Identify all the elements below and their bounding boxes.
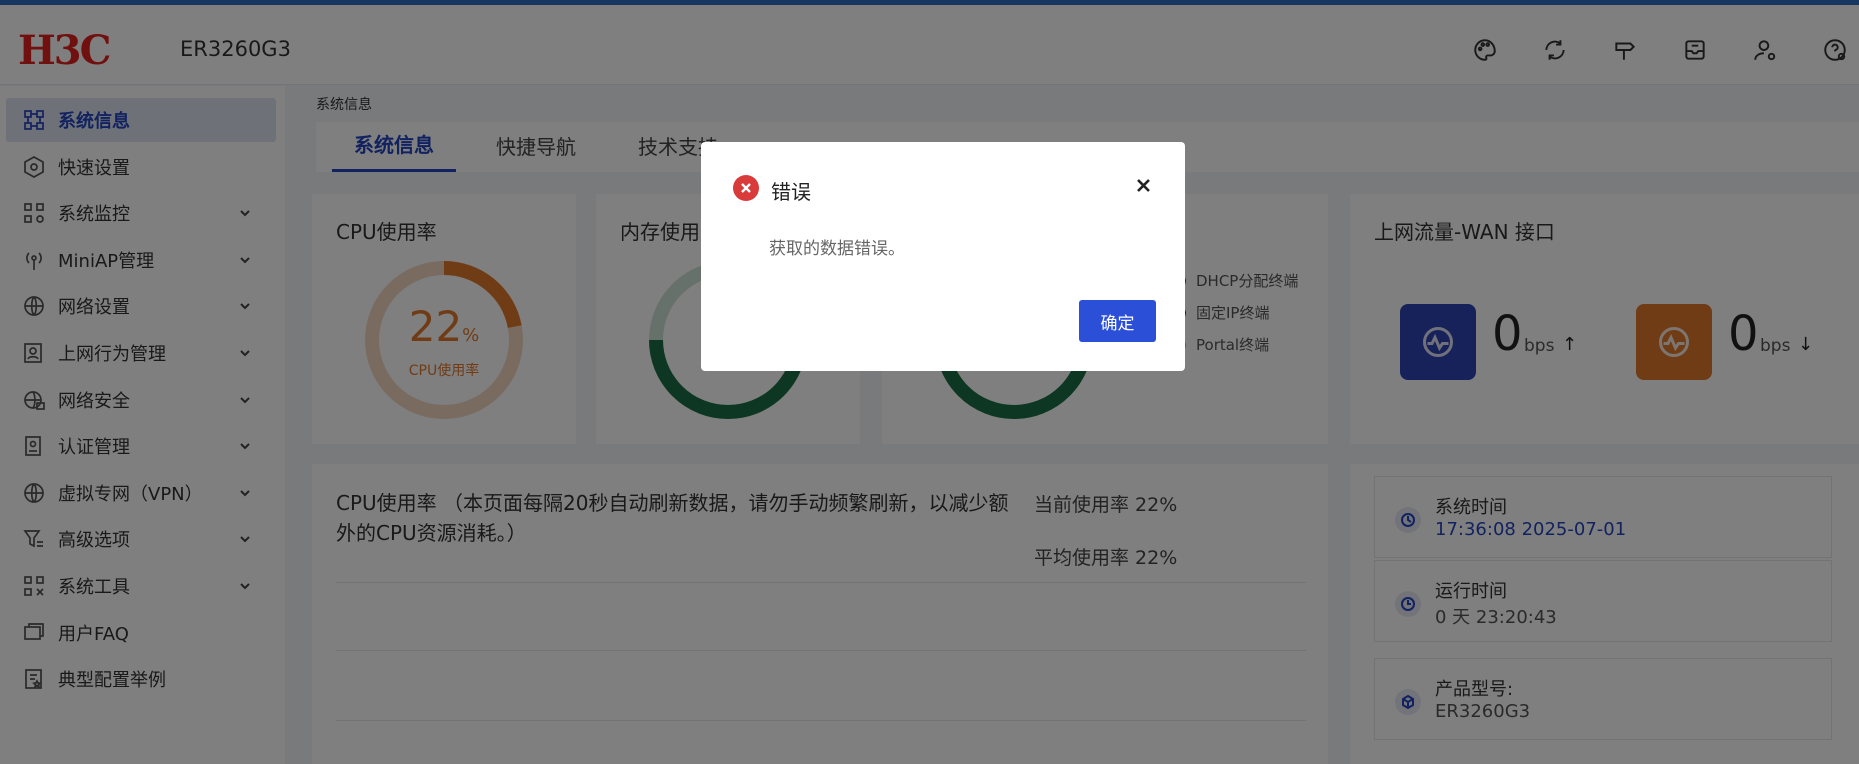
modal-overlay[interactable] [0,0,1859,764]
close-icon[interactable] [1132,174,1154,196]
dialog-message: 获取的数据错误。 [769,239,905,259]
error-dialog: 错误 获取的数据错误。 确定 [701,142,1185,371]
dialog-title: 错误 [771,180,811,204]
error-icon [733,175,759,201]
ok-button[interactable]: 确定 [1079,300,1156,342]
